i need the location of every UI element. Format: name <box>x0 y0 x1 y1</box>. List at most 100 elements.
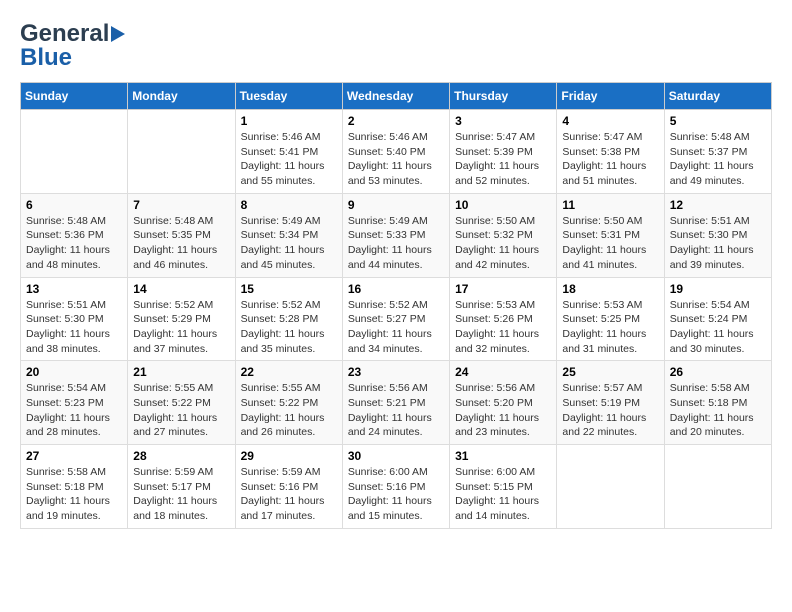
day-info: Sunrise: 5:59 AM Sunset: 5:16 PM Dayligh… <box>241 465 337 524</box>
day-info: Sunrise: 5:50 AM Sunset: 5:31 PM Dayligh… <box>562 214 658 273</box>
calendar-cell <box>21 110 128 194</box>
day-info: Sunrise: 5:52 AM Sunset: 5:29 PM Dayligh… <box>133 298 229 357</box>
calendar-cell: 21 Sunrise: 5:55 AM Sunset: 5:22 PM Dayli… <box>128 361 235 445</box>
day-info: Sunrise: 6:00 AM Sunset: 5:16 PM Dayligh… <box>348 465 444 524</box>
day-info: Sunrise: 5:46 AM Sunset: 5:41 PM Dayligh… <box>241 130 337 189</box>
weekday-header-friday: Friday <box>557 83 664 110</box>
day-number: 15 <box>241 282 337 296</box>
calendar-cell: 12 Sunrise: 5:51 AM Sunset: 5:30 PM Dayli… <box>664 193 771 277</box>
day-info: Sunrise: 5:54 AM Sunset: 5:24 PM Dayligh… <box>670 298 766 357</box>
calendar-cell: 22 Sunrise: 5:55 AM Sunset: 5:22 PM Dayli… <box>235 361 342 445</box>
weekday-header-sunday: Sunday <box>21 83 128 110</box>
calendar-cell: 26 Sunrise: 5:58 AM Sunset: 5:18 PM Dayli… <box>664 361 771 445</box>
day-number: 21 <box>133 365 229 379</box>
calendar-cell: 25Sunrise: 5:57 AM Sunset: 5:19 PM Dayli… <box>557 361 664 445</box>
day-info: Sunrise: 5:56 AM Sunset: 5:21 PM Dayligh… <box>348 381 444 440</box>
weekday-header-wednesday: Wednesday <box>342 83 449 110</box>
day-number: 2 <box>348 114 444 128</box>
day-info: Sunrise: 5:55 AM Sunset: 5:22 PM Dayligh… <box>133 381 229 440</box>
calendar-cell: 13 Sunrise: 5:51 AM Sunset: 5:30 PM Dayli… <box>21 277 128 361</box>
calendar-cell: 20 Sunrise: 5:54 AM Sunset: 5:23 PM Dayli… <box>21 361 128 445</box>
day-number: 22 <box>241 365 337 379</box>
calendar-cell: 24 Sunrise: 5:56 AM Sunset: 5:20 PM Dayli… <box>450 361 557 445</box>
calendar-cell: 9 Sunrise: 5:49 AM Sunset: 5:33 PM Daylig… <box>342 193 449 277</box>
day-number: 26 <box>670 365 766 379</box>
day-info: Sunrise: 5:48 AM Sunset: 5:36 PM Dayligh… <box>26 214 122 273</box>
day-number: 9 <box>348 198 444 212</box>
calendar-cell: 11 Sunrise: 5:50 AM Sunset: 5:31 PM Dayli… <box>557 193 664 277</box>
day-info: Sunrise: 5:54 AM Sunset: 5:23 PM Dayligh… <box>26 381 122 440</box>
day-info: Sunrise: 5:49 AM Sunset: 5:33 PM Dayligh… <box>348 214 444 273</box>
day-info: Sunrise: 5:49 AM Sunset: 5:34 PM Dayligh… <box>241 214 337 273</box>
calendar-cell: 4Sunrise: 5:47 AM Sunset: 5:38 PM Daylig… <box>557 110 664 194</box>
day-number: 27 <box>26 449 122 463</box>
day-info: Sunrise: 5:53 AM Sunset: 5:25 PM Dayligh… <box>562 298 658 357</box>
calendar-week-4: 20 Sunrise: 5:54 AM Sunset: 5:23 PM Dayli… <box>21 361 772 445</box>
day-number: 20 <box>26 365 122 379</box>
calendar-header-row: SundayMondayTuesdayWednesdayThursdayFrid… <box>21 83 772 110</box>
calendar-cell: 8 Sunrise: 5:49 AM Sunset: 5:34 PM Daylig… <box>235 193 342 277</box>
calendar-cell: 17 Sunrise: 5:53 AM Sunset: 5:26 PM Dayli… <box>450 277 557 361</box>
calendar-cell: 28 Sunrise: 5:59 AM Sunset: 5:17 PM Dayli… <box>128 445 235 529</box>
calendar-cell <box>557 445 664 529</box>
day-number: 10 <box>455 198 551 212</box>
calendar-week-5: 27Sunrise: 5:58 AM Sunset: 5:18 PM Dayli… <box>21 445 772 529</box>
day-number: 14 <box>133 282 229 296</box>
calendar-cell <box>128 110 235 194</box>
day-info: Sunrise: 5:51 AM Sunset: 5:30 PM Dayligh… <box>670 214 766 273</box>
calendar-cell: 1 Sunrise: 5:46 AM Sunset: 5:41 PM Daylig… <box>235 110 342 194</box>
day-info: Sunrise: 5:53 AM Sunset: 5:26 PM Dayligh… <box>455 298 551 357</box>
day-info: Sunrise: 5:51 AM Sunset: 5:30 PM Dayligh… <box>26 298 122 357</box>
calendar-cell: 18Sunrise: 5:53 AM Sunset: 5:25 PM Dayli… <box>557 277 664 361</box>
day-number: 16 <box>348 282 444 296</box>
calendar-table: SundayMondayTuesdayWednesdayThursdayFrid… <box>20 82 772 529</box>
logo: General Blue <box>20 20 125 72</box>
logo-blue: Blue <box>20 44 72 72</box>
day-info: Sunrise: 5:57 AM Sunset: 5:19 PM Dayligh… <box>562 381 658 440</box>
calendar-week-2: 6 Sunrise: 5:48 AM Sunset: 5:36 PM Daylig… <box>21 193 772 277</box>
day-info: Sunrise: 5:58 AM Sunset: 5:18 PM Dayligh… <box>670 381 766 440</box>
day-info: Sunrise: 5:52 AM Sunset: 5:27 PM Dayligh… <box>348 298 444 357</box>
day-info: Sunrise: 5:47 AM Sunset: 5:39 PM Dayligh… <box>455 130 551 189</box>
calendar-cell: 10Sunrise: 5:50 AM Sunset: 5:32 PM Dayli… <box>450 193 557 277</box>
day-number: 6 <box>26 198 122 212</box>
day-number: 5 <box>670 114 766 128</box>
calendar-cell: 2 Sunrise: 5:46 AM Sunset: 5:40 PM Daylig… <box>342 110 449 194</box>
day-info: Sunrise: 6:00 AM Sunset: 5:15 PM Dayligh… <box>455 465 551 524</box>
calendar-cell: 7Sunrise: 5:48 AM Sunset: 5:35 PM Daylig… <box>128 193 235 277</box>
day-number: 4 <box>562 114 658 128</box>
day-number: 12 <box>670 198 766 212</box>
weekday-header-saturday: Saturday <box>664 83 771 110</box>
day-info: Sunrise: 5:56 AM Sunset: 5:20 PM Dayligh… <box>455 381 551 440</box>
day-info: Sunrise: 5:55 AM Sunset: 5:22 PM Dayligh… <box>241 381 337 440</box>
weekday-header-monday: Monday <box>128 83 235 110</box>
day-number: 19 <box>670 282 766 296</box>
calendar-cell: 27Sunrise: 5:58 AM Sunset: 5:18 PM Dayli… <box>21 445 128 529</box>
day-number: 17 <box>455 282 551 296</box>
day-info: Sunrise: 5:46 AM Sunset: 5:40 PM Dayligh… <box>348 130 444 189</box>
logo-arrow-icon <box>111 26 125 42</box>
day-info: Sunrise: 5:59 AM Sunset: 5:17 PM Dayligh… <box>133 465 229 524</box>
calendar-cell: 3 Sunrise: 5:47 AM Sunset: 5:39 PM Daylig… <box>450 110 557 194</box>
calendar-cell <box>664 445 771 529</box>
day-number: 3 <box>455 114 551 128</box>
day-number: 13 <box>26 282 122 296</box>
calendar-week-1: 1 Sunrise: 5:46 AM Sunset: 5:41 PM Daylig… <box>21 110 772 194</box>
calendar-cell: 30Sunrise: 6:00 AM Sunset: 5:16 PM Dayli… <box>342 445 449 529</box>
day-info: Sunrise: 5:48 AM Sunset: 5:37 PM Dayligh… <box>670 130 766 189</box>
day-number: 8 <box>241 198 337 212</box>
weekday-header-thursday: Thursday <box>450 83 557 110</box>
day-number: 1 <box>241 114 337 128</box>
page-header: General Blue <box>20 20 772 72</box>
weekday-header-tuesday: Tuesday <box>235 83 342 110</box>
calendar-cell: 31Sunrise: 6:00 AM Sunset: 5:15 PM Dayli… <box>450 445 557 529</box>
day-number: 24 <box>455 365 551 379</box>
calendar-cell: 16 Sunrise: 5:52 AM Sunset: 5:27 PM Dayli… <box>342 277 449 361</box>
calendar-cell: 14 Sunrise: 5:52 AM Sunset: 5:29 PM Dayli… <box>128 277 235 361</box>
calendar-cell: 15Sunrise: 5:52 AM Sunset: 5:28 PM Dayli… <box>235 277 342 361</box>
day-number: 11 <box>562 198 658 212</box>
day-number: 28 <box>133 449 229 463</box>
day-number: 23 <box>348 365 444 379</box>
calendar-cell: 19 Sunrise: 5:54 AM Sunset: 5:24 PM Dayli… <box>664 277 771 361</box>
calendar-cell: 6 Sunrise: 5:48 AM Sunset: 5:36 PM Daylig… <box>21 193 128 277</box>
